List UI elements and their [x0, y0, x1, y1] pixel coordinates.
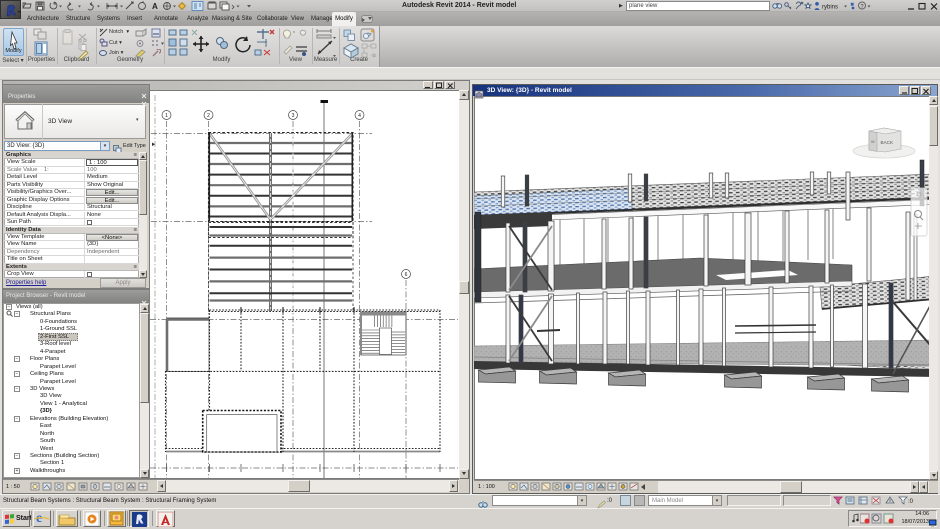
svg-text:?: ? — [861, 4, 864, 10]
svg-text:3: 3 — [292, 113, 295, 119]
svg-text:BACK: BACK — [881, 140, 894, 145]
svg-text:W: W — [871, 140, 875, 144]
svg-text:A: A — [152, 2, 158, 11]
svg-text:1: 1 — [165, 113, 168, 119]
svg-text:4: 4 — [358, 113, 361, 119]
svg-text:2: 2 — [207, 113, 210, 119]
svg-text:6: 6 — [405, 272, 408, 278]
svg-text::0: :0 — [908, 499, 913, 505]
svg-text:rybins: rybins — [822, 5, 838, 11]
